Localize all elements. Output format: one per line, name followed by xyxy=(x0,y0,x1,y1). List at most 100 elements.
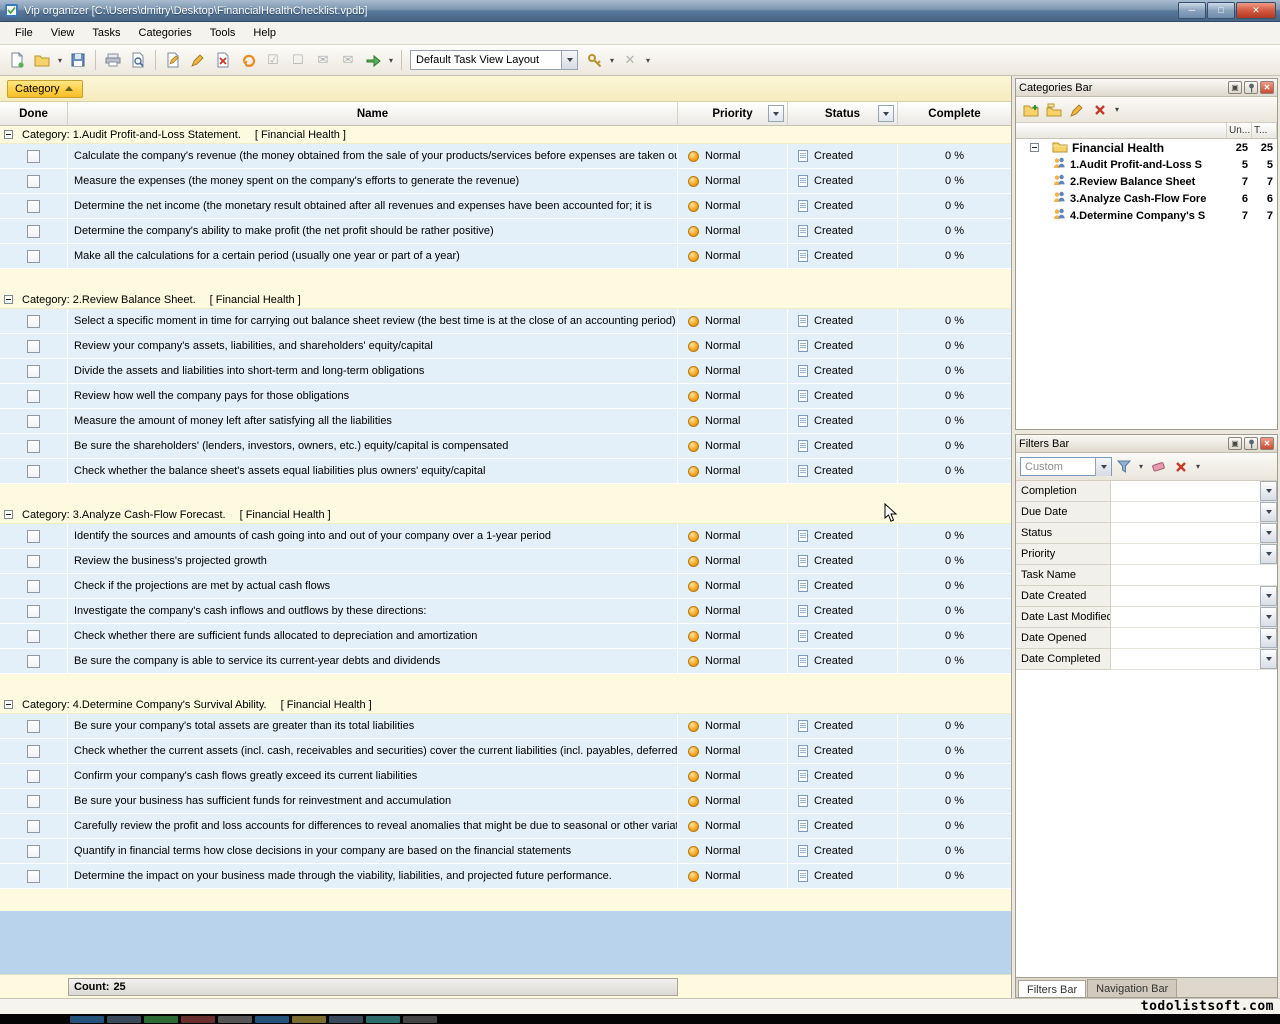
view-settings-icon[interactable] xyxy=(582,48,606,72)
done-checkbox[interactable] xyxy=(27,845,40,858)
filter-value-field[interactable] xyxy=(1111,607,1277,628)
new-subcategory-icon[interactable] xyxy=(1043,99,1065,120)
done-checkbox[interactable] xyxy=(27,465,40,478)
task-row[interactable]: Review your company's assets, liabilitie… xyxy=(0,334,1011,359)
delete-filter-dropdown-icon[interactable]: ▾ xyxy=(1193,455,1203,479)
print-icon[interactable] xyxy=(101,48,125,72)
delete-category-icon[interactable] xyxy=(1089,99,1111,120)
done-checkbox[interactable] xyxy=(27,770,40,783)
filter-value-field[interactable] xyxy=(1111,649,1277,670)
tab-navigation-bar[interactable]: Navigation Bar xyxy=(1087,979,1177,997)
taskbar-item[interactable] xyxy=(144,1016,178,1023)
menu-tools[interactable]: Tools xyxy=(201,24,245,42)
apply-filter-icon[interactable] xyxy=(1113,456,1135,477)
done-checkbox[interactable] xyxy=(27,315,40,328)
tab-filters-bar[interactable]: Filters Bar xyxy=(1018,980,1086,998)
edit-task-icon[interactable] xyxy=(186,48,210,72)
filter-value-dropdown-icon[interactable] xyxy=(1260,544,1277,564)
column-header-priority[interactable]: Priority xyxy=(678,102,788,125)
collapse-category-icon[interactable] xyxy=(4,295,13,304)
taskbar-item[interactable] xyxy=(403,1016,437,1023)
filter-value-field[interactable] xyxy=(1111,565,1277,586)
column-header-status[interactable]: Status xyxy=(788,102,898,125)
taskbar-item[interactable] xyxy=(181,1016,215,1023)
email-list-icon[interactable]: ✉ xyxy=(336,48,360,72)
collapse-category-icon[interactable] xyxy=(4,700,13,709)
task-row[interactable]: Review the business's projected growthNo… xyxy=(0,549,1011,574)
tree-name-column[interactable] xyxy=(1016,123,1227,138)
filters-bar-close-icon[interactable]: ✕ xyxy=(1260,437,1274,450)
done-checkbox[interactable] xyxy=(27,655,40,668)
tree-uncompleted-column[interactable]: Un... xyxy=(1227,123,1252,138)
open-database-icon[interactable] xyxy=(30,48,54,72)
filter-preset-combo[interactable]: Custom xyxy=(1020,457,1112,476)
delete-category-dropdown-icon[interactable]: ▾ xyxy=(1112,98,1122,122)
task-row[interactable]: Be sure the shareholders' (lenders, inve… xyxy=(0,434,1011,459)
filter-value-dropdown-icon[interactable] xyxy=(1260,649,1277,669)
menu-help[interactable]: Help xyxy=(244,24,285,42)
done-checkbox[interactable] xyxy=(27,340,40,353)
group-by-category-button[interactable]: Category xyxy=(7,80,83,98)
tree-row-category[interactable]: 4.Determine Company's S77 xyxy=(1016,207,1277,224)
done-checkbox[interactable] xyxy=(27,745,40,758)
task-row[interactable]: Make all the calculations for a certain … xyxy=(0,244,1011,269)
done-checkbox[interactable] xyxy=(27,720,40,733)
task-row[interactable]: Measure the expenses (the money spent on… xyxy=(0,169,1011,194)
task-row[interactable]: Quantify in financial terms how close de… xyxy=(0,839,1011,864)
filters-bar-pin-icon[interactable] xyxy=(1244,437,1258,450)
column-header-done[interactable]: Done xyxy=(0,102,68,125)
task-row[interactable]: Determine the impact on your business ma… xyxy=(0,864,1011,889)
print-preview-icon[interactable] xyxy=(126,48,150,72)
done-checkbox[interactable] xyxy=(27,605,40,618)
email-task-icon[interactable]: ✉ xyxy=(311,48,335,72)
taskbar-item[interactable] xyxy=(218,1016,252,1023)
new-database-icon[interactable] xyxy=(5,48,29,72)
filter-value-field[interactable] xyxy=(1111,586,1277,607)
priority-filter-dropdown-icon[interactable] xyxy=(768,105,784,122)
collapse-category-icon[interactable] xyxy=(4,130,13,139)
export-icon[interactable] xyxy=(361,48,385,72)
done-checkbox[interactable] xyxy=(27,440,40,453)
tree-row-category[interactable]: 3.Analyze Cash-Flow Fore66 xyxy=(1016,190,1277,207)
task-row[interactable]: Determine the net income (the monetary r… xyxy=(0,194,1011,219)
tree-total-column[interactable]: T... xyxy=(1252,123,1277,138)
taskbar-item[interactable] xyxy=(292,1016,326,1023)
categories-bar-restore-icon[interactable]: ▣ xyxy=(1228,81,1242,94)
done-checkbox[interactable] xyxy=(27,870,40,883)
collapse-tree-icon[interactable] xyxy=(1030,143,1039,152)
task-row[interactable]: Be sure your business has sufficient fun… xyxy=(0,789,1011,814)
done-checkbox[interactable] xyxy=(27,795,40,808)
edit-category-icon[interactable] xyxy=(1066,99,1088,120)
done-checkbox[interactable] xyxy=(27,150,40,163)
task-row[interactable]: Check whether there are sufficient funds… xyxy=(0,624,1011,649)
task-row[interactable]: Determine the company's ability to make … xyxy=(0,219,1011,244)
maximize-button[interactable]: □ xyxy=(1207,2,1235,19)
menu-tasks[interactable]: Tasks xyxy=(83,24,129,42)
clear-filter-icon[interactable] xyxy=(1147,456,1169,477)
new-task-icon[interactable] xyxy=(161,48,185,72)
tree-row-root[interactable]: Financial Health2525 xyxy=(1016,139,1277,156)
close-button[interactable]: ✕ xyxy=(1236,2,1276,19)
layout-combo-dropdown-icon[interactable] xyxy=(561,51,577,69)
open-database-dropdown-icon[interactable]: ▾ xyxy=(55,48,65,72)
save-icon[interactable] xyxy=(66,48,90,72)
done-checkbox[interactable] xyxy=(27,630,40,643)
close-view-icon[interactable]: ✕ xyxy=(618,48,642,72)
task-row[interactable]: Confirm your company's cash flows greatl… xyxy=(0,764,1011,789)
minimize-button[interactable]: ─ xyxy=(1178,2,1206,19)
task-row[interactable]: Check whether the current assets (incl. … xyxy=(0,739,1011,764)
uncomplete-task-icon[interactable]: ☐ xyxy=(286,48,310,72)
filter-value-dropdown-icon[interactable] xyxy=(1260,628,1277,648)
new-category-icon[interactable] xyxy=(1020,99,1042,120)
menu-view[interactable]: View xyxy=(42,24,84,42)
done-checkbox[interactable] xyxy=(27,415,40,428)
task-row[interactable]: Select a specific moment in time for car… xyxy=(0,309,1011,334)
apply-filter-dropdown-icon[interactable]: ▾ xyxy=(1136,455,1146,479)
filter-value-field[interactable] xyxy=(1111,628,1277,649)
filter-value-field[interactable] xyxy=(1111,502,1277,523)
toolbar-overflow-icon[interactable]: ▾ xyxy=(643,48,653,72)
filter-value-dropdown-icon[interactable] xyxy=(1260,481,1277,501)
taskbar-item[interactable] xyxy=(255,1016,289,1023)
taskbar-item[interactable] xyxy=(329,1016,363,1023)
delete-task-icon[interactable] xyxy=(211,48,235,72)
